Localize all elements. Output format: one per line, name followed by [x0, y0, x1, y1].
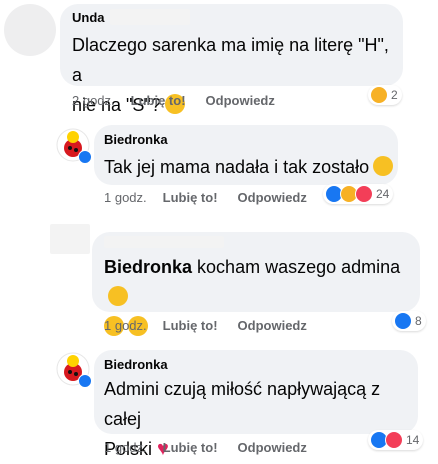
smiling-face-icon [373, 156, 394, 176]
love-reaction-icon [355, 185, 373, 203]
comment-author[interactable]: Biedronka [104, 357, 168, 372]
comment-timestamp[interactable]: 1 godz. [104, 440, 147, 455]
comment-actions: 1 godz. Lubię to! Odpowiedz [104, 190, 307, 205]
comment-actions: 2 godz. Lubię to! Odpowiedz [72, 93, 275, 108]
comment-author[interactable]: Unda [72, 10, 105, 25]
reaction-summary[interactable]: 2 [368, 85, 402, 105]
like-link[interactable]: Lubię to! [163, 318, 218, 333]
like-reaction-icon [394, 312, 412, 330]
comment-timestamp[interactable]: 1 godz. [104, 318, 147, 333]
comment-actions: 1 godz. Lubię to! Odpowiedz [104, 440, 307, 455]
reply-link[interactable]: Odpowiedz [238, 318, 307, 333]
like-link[interactable]: Lubię to! [131, 93, 186, 108]
reply-link[interactable]: Odpowiedz [206, 93, 275, 108]
commenter-avatar[interactable] [4, 4, 56, 56]
like-link[interactable]: Lubię to! [163, 440, 218, 455]
like-link[interactable]: Lubię to! [163, 190, 218, 205]
haha-reaction-icon [370, 86, 388, 104]
reply-link[interactable]: Odpowiedz [238, 190, 307, 205]
verified-badge-icon [78, 150, 92, 164]
ladybug-logo-avatar[interactable] [56, 128, 92, 164]
tears-of-joy-icon [108, 286, 128, 306]
redacted-name [110, 9, 190, 25]
comment-timestamp[interactable]: 1 godz. [104, 190, 147, 205]
verified-badge-icon [78, 374, 92, 388]
reaction-summary[interactable]: 14 [368, 430, 424, 450]
comment-text: Tak jej mama nadała i tak zostało [104, 152, 394, 182]
love-reaction-icon [385, 431, 403, 449]
reply-link[interactable]: Odpowiedz [238, 440, 307, 455]
comment-timestamp[interactable]: 2 godz. [72, 93, 115, 108]
reaction-summary[interactable]: 24 [323, 184, 394, 204]
reaction-summary[interactable]: 8 [392, 311, 426, 331]
redacted-name [104, 236, 224, 248]
ladybug-logo-avatar[interactable] [56, 352, 92, 388]
comment-actions: 1 godz. Lubię to! Odpowiedz [104, 318, 307, 333]
tagged-page-name[interactable]: Biedronka [104, 257, 192, 277]
comment-author[interactable]: Biedronka [104, 132, 168, 147]
redacted-avatar [50, 224, 90, 254]
